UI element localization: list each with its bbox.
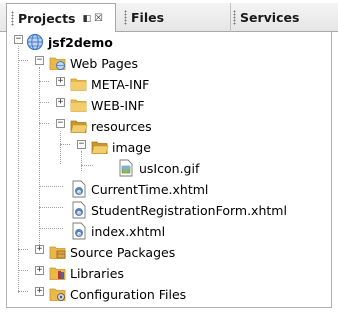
- tree-node-web-inf[interactable]: WEB-INF: [7, 95, 327, 116]
- tree-label: index.xhtml: [91, 224, 166, 239]
- tree-label: resources: [91, 119, 152, 134]
- tree-node-resources[interactable]: resources: [7, 116, 327, 137]
- tree-label: Configuration Files: [70, 287, 187, 302]
- tab-projects-label: Projects: [18, 11, 76, 26]
- tab-services[interactable]: Services: [230, 3, 338, 32]
- tab-projects[interactable]: Projects ◧ ☒: [6, 3, 116, 33]
- xhtml-file-icon: e: [72, 201, 86, 219]
- configuration-files-icon: [49, 288, 66, 301]
- xhtml-file-icon: e: [72, 222, 86, 240]
- tab-bar: Projects ◧ ☒ Files Services: [0, 3, 338, 33]
- tree-label: Source Packages: [70, 245, 176, 260]
- tab-services-label: Services: [240, 10, 300, 25]
- tree-label: usIcon.gif: [139, 161, 200, 176]
- tree-label: image: [112, 140, 151, 155]
- tree-label: META-INF: [91, 77, 150, 92]
- tree-node-configuration-files[interactable]: Configuration Files: [7, 284, 327, 305]
- folder-open-icon: [70, 120, 88, 133]
- grip-icon: [124, 10, 127, 25]
- tree-node-image[interactable]: image: [7, 137, 327, 158]
- minimize-icon[interactable]: ◧: [83, 13, 92, 25]
- tree-node-libraries[interactable]: Libraries: [7, 263, 327, 284]
- folder-icon: [70, 99, 87, 112]
- folder-icon: [70, 78, 87, 91]
- tab-files[interactable]: Files: [120, 3, 228, 32]
- tree-label: Web Pages: [70, 56, 138, 71]
- globe-icon: [26, 33, 44, 51]
- source-packages-icon: [49, 246, 66, 259]
- grip-icon: [233, 10, 236, 25]
- web-pages-folder-icon: [49, 57, 66, 70]
- tree-label: Libraries: [70, 266, 124, 281]
- close-icon[interactable]: ☒: [94, 13, 103, 25]
- tree-node-index[interactable]: e index.xhtml: [7, 221, 327, 242]
- tree-label: StudentRegistrationForm.xhtml: [91, 203, 287, 218]
- folder-open-icon: [91, 141, 109, 154]
- tree-node-source-packages[interactable]: Source Packages: [7, 242, 327, 263]
- grip-icon: [11, 11, 14, 26]
- project-tree: − jsf2demo − Web Pages + META-INF + WEB-…: [6, 32, 332, 308]
- svg-text:e: e: [77, 189, 81, 196]
- tree-node-meta-inf[interactable]: META-INF: [7, 74, 327, 95]
- image-file-icon: [119, 159, 133, 177]
- tree-node-usicon[interactable]: usIcon.gif: [7, 158, 327, 179]
- libraries-icon: [49, 267, 66, 280]
- svg-text:e: e: [77, 231, 81, 238]
- xhtml-file-icon: e: [72, 180, 86, 198]
- tree-label: jsf2demo: [48, 35, 113, 50]
- tree-node-project[interactable]: jsf2demo: [7, 32, 327, 53]
- tree-label: WEB-INF: [91, 98, 145, 113]
- tree-label: CurrentTime.xhtml: [91, 182, 209, 197]
- tree-node-web-pages[interactable]: Web Pages: [7, 53, 327, 74]
- tree-node-student-registration[interactable]: e StudentRegistrationForm.xhtml: [7, 200, 327, 221]
- tree-node-current-time[interactable]: e CurrentTime.xhtml: [7, 179, 327, 200]
- tab-files-label: Files: [131, 10, 165, 25]
- svg-text:e: e: [77, 210, 81, 217]
